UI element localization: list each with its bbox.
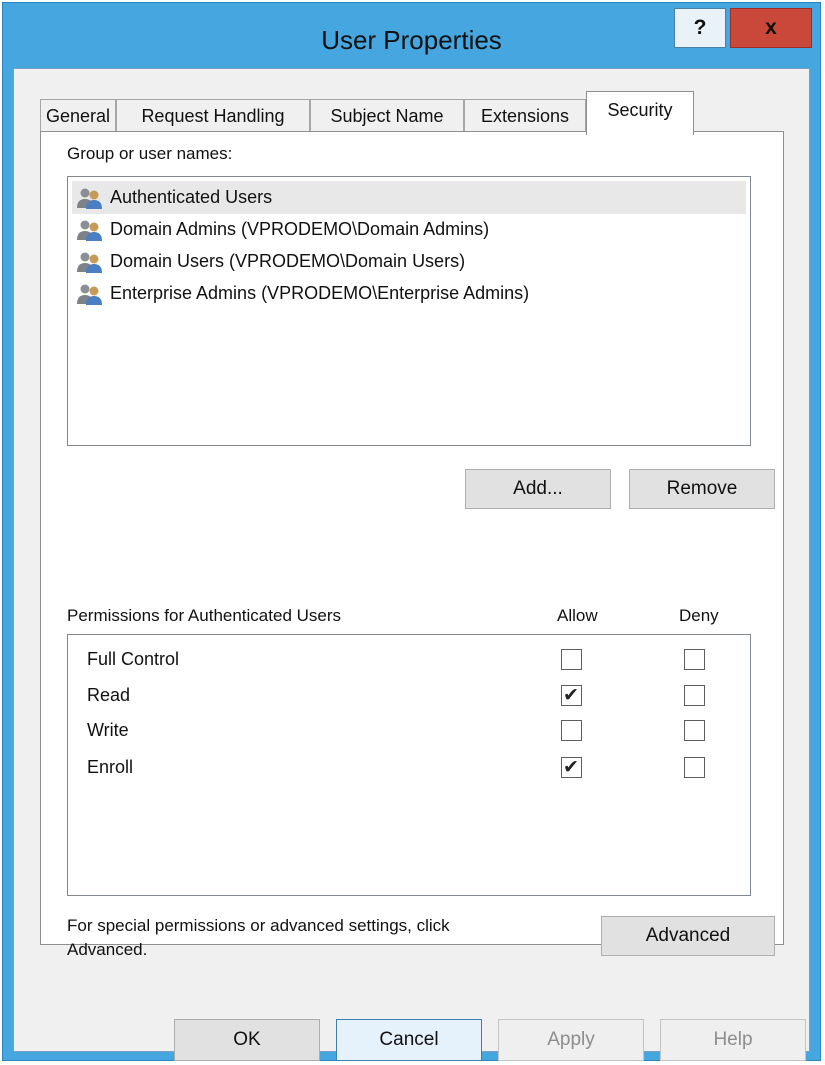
permission-row-write: Write	[68, 716, 750, 750]
advanced-hint-line-2: Advanced.	[67, 940, 148, 959]
cancel-button[interactable]: Cancel	[336, 1019, 482, 1061]
title-bar[interactable]: User Properties ? x	[3, 3, 820, 73]
permission-row-read: Read ✔	[68, 681, 750, 715]
permission-name: Enroll	[87, 757, 134, 777]
security-tab-panel: Group or user names: Authenticated Users…	[40, 131, 784, 959]
user-name: Authenticated Users	[110, 187, 273, 207]
user-name: Domain Admins (VPRODEMO\Domain Admins)	[110, 219, 490, 239]
help-title-button[interactable]: ?	[674, 8, 726, 48]
list-item[interactable]: Authenticated Users	[72, 181, 746, 214]
tab-extensions[interactable]: Extensions	[464, 99, 586, 133]
permission-row-full-control: Full Control	[68, 645, 750, 679]
user-name: Domain Users (VPRODEMO\Domain Users)	[110, 251, 466, 271]
tab-request-handling[interactable]: Request Handling	[116, 99, 310, 133]
checkmark-icon: ✔	[563, 756, 579, 778]
advanced-button[interactable]: Advanced	[601, 916, 775, 956]
permission-name: Full Control	[87, 649, 180, 669]
deny-column-header: Deny	[679, 606, 719, 625]
list-item[interactable]: Domain Admins (VPRODEMO\Domain Admins)	[72, 213, 746, 246]
deny-checkbox-read[interactable]	[684, 685, 705, 706]
tab-security[interactable]: Security	[586, 91, 694, 135]
list-item[interactable]: Enterprise Admins (VPRODEMO\Enterprise A…	[72, 277, 746, 310]
user-group-icon	[77, 188, 102, 209]
user-name: Enterprise Admins (VPRODEMO\Enterprise A…	[110, 283, 530, 303]
apply-button[interactable]: Apply	[498, 1019, 644, 1061]
user-properties-dialog: User Properties ? x General Request Hand…	[2, 2, 821, 1061]
tab-subject-name[interactable]: Subject Name	[310, 99, 464, 133]
allow-checkbox-enroll[interactable]: ✔	[561, 756, 582, 778]
user-group-icon	[77, 284, 102, 305]
add-button[interactable]: Add...	[465, 469, 611, 509]
deny-checkbox-enroll[interactable]	[684, 757, 705, 778]
deny-checkbox-full-control[interactable]	[684, 649, 705, 670]
allow-checkbox-write[interactable]	[561, 720, 582, 741]
allow-checkbox-full-control[interactable]	[561, 649, 582, 670]
permission-name: Write	[87, 720, 129, 740]
list-item[interactable]: Domain Users (VPRODEMO\Domain Users)	[72, 245, 746, 278]
permissions-list: Full Control Read ✔ Write Enroll ✔	[67, 634, 751, 896]
dialog-client: General Request Handling Subject Name Ex…	[13, 68, 810, 1061]
ok-button[interactable]: OK	[174, 1019, 320, 1061]
close-button[interactable]: x	[730, 8, 812, 48]
allow-column-header: Allow	[557, 606, 598, 625]
user-group-icon	[77, 220, 102, 241]
advanced-hint-line-1: For special permissions or advanced sett…	[67, 916, 450, 935]
permissions-label: Permissions for Authenticated Users	[67, 606, 342, 625]
group-user-listbox[interactable]: Authenticated Users Domain Admins (VPROD…	[67, 176, 751, 446]
help-button[interactable]: Help	[660, 1019, 806, 1061]
remove-button[interactable]: Remove	[629, 469, 775, 509]
tab-general[interactable]: General	[40, 99, 116, 133]
group-or-user-names-label: Group or user names:	[67, 144, 233, 163]
checkmark-icon: ✔	[563, 684, 579, 706]
permission-row-enroll: Enroll ✔	[68, 753, 750, 787]
allow-checkbox-read[interactable]: ✔	[561, 684, 582, 706]
permission-name: Read	[87, 685, 131, 705]
user-group-icon	[77, 252, 102, 273]
deny-checkbox-write[interactable]	[684, 720, 705, 741]
